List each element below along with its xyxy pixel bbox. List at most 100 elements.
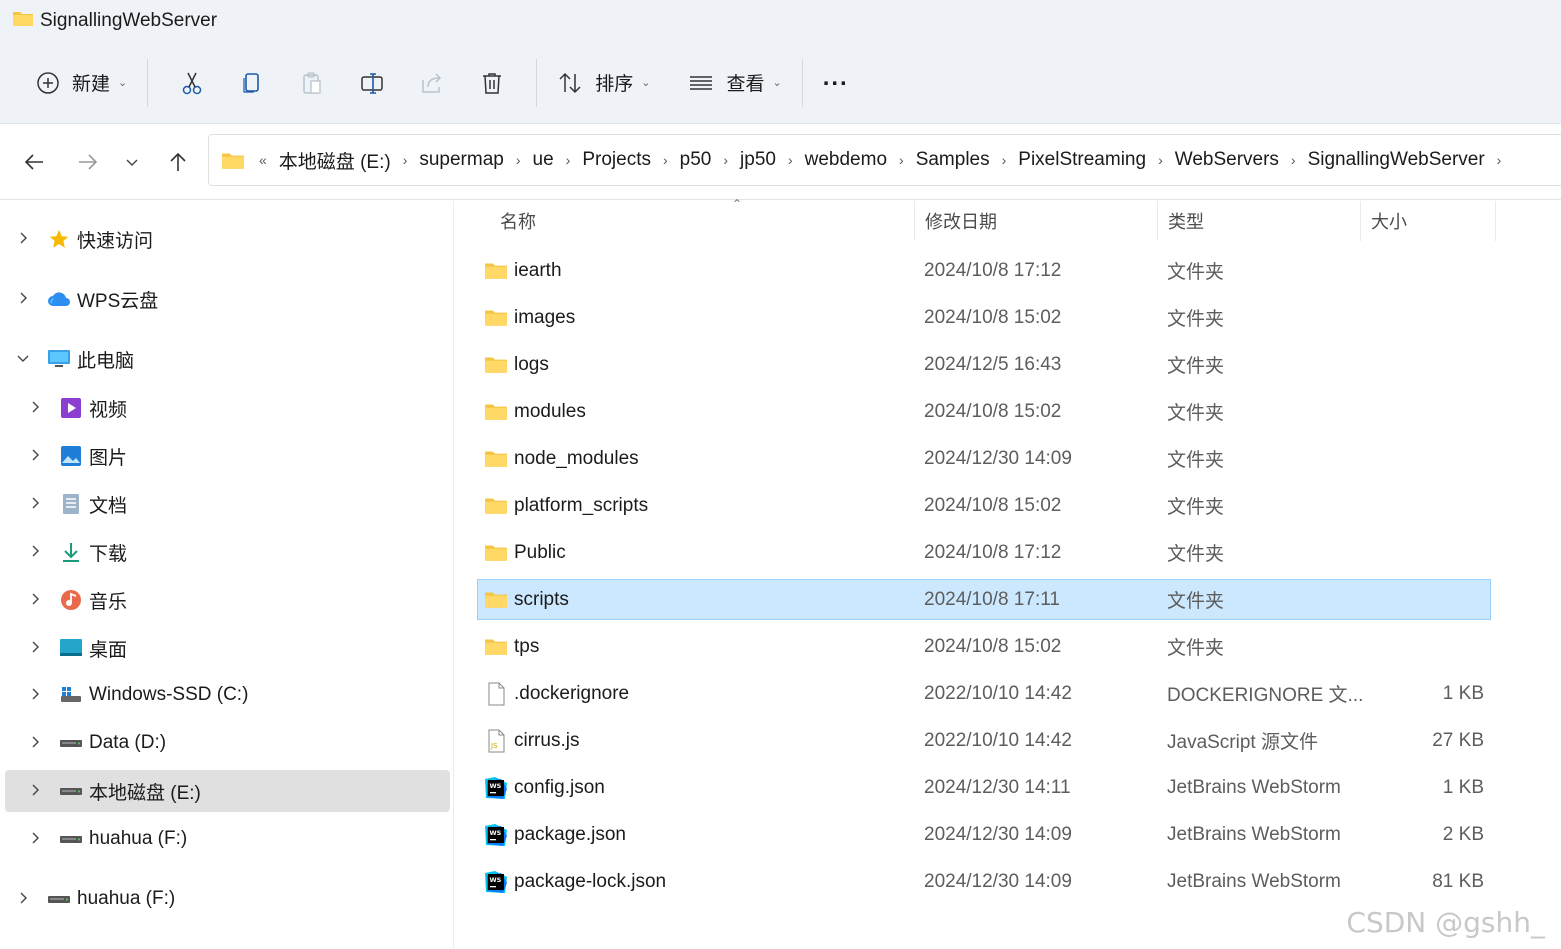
- drive-icon: [59, 731, 83, 755]
- column-header-type[interactable]: 类型: [1158, 201, 1361, 241]
- file-row[interactable]: WS package-lock.json 2024/12/30 14:09 JetBr…: [477, 861, 1491, 902]
- copy-button[interactable]: [222, 59, 282, 107]
- file-row[interactable]: modules 2024/10/8 15:02 文件夹: [477, 391, 1491, 432]
- file-date: 2024/10/8 15:02: [924, 400, 1062, 422]
- chevron-right-icon[interactable]: ›: [508, 152, 529, 168]
- share-button[interactable]: [402, 59, 462, 107]
- up-button[interactable]: [162, 146, 194, 178]
- sidebar-item[interactable]: 本地磁盘 (E:): [5, 770, 450, 812]
- breadcrumb-item[interactable]: WebServers: [1171, 149, 1283, 171]
- chevron-right-icon[interactable]: [25, 400, 45, 417]
- file-row[interactable]: JS cirrus.js 2022/10/10 14:42 JavaScript 源文…: [477, 720, 1491, 761]
- file-row[interactable]: tps 2024/10/8 15:02 文件夹: [477, 626, 1491, 667]
- chevron-right-icon[interactable]: [25, 640, 45, 657]
- file-row[interactable]: node_modules 2024/12/30 14:09 文件夹: [477, 438, 1491, 479]
- file-row[interactable]: .dockerignore 2022/10/10 14:42 DOCKERIGNOR…: [477, 673, 1491, 714]
- file-row[interactable]: images 2024/10/8 15:02 文件夹: [477, 297, 1491, 338]
- sort-button[interactable]: 排序 ⌄: [551, 59, 656, 107]
- chevron-right-icon[interactable]: [13, 891, 33, 908]
- chevron-right-icon[interactable]: ›: [1489, 152, 1510, 168]
- file-name: package-lock.json: [514, 870, 667, 892]
- forward-button[interactable]: [72, 146, 104, 178]
- chevron-right-icon[interactable]: [25, 831, 45, 848]
- overflow-crumbs-button[interactable]: «: [251, 152, 275, 168]
- file-row[interactable]: WS config.json 2024/12/30 14:11 JetBrains W…: [477, 767, 1491, 808]
- breadcrumb-item[interactable]: p50: [676, 149, 716, 171]
- sidebar-item[interactable]: 此电脑: [5, 338, 450, 380]
- chevron-down-icon[interactable]: [13, 351, 33, 368]
- chevron-right-icon[interactable]: ›: [780, 152, 801, 168]
- sidebar-item[interactable]: 图片: [5, 435, 450, 477]
- file-name: Public: [514, 541, 566, 563]
- webstorm-icon: WS: [484, 823, 508, 847]
- file-row[interactable]: logs 2024/12/5 16:43 文件夹: [477, 344, 1491, 385]
- chevron-right-icon[interactable]: ›: [558, 152, 579, 168]
- breadcrumb-item[interactable]: 本地磁盘 (E:): [275, 147, 395, 174]
- sidebar-item[interactable]: 音乐: [5, 579, 450, 621]
- sidebar-item[interactable]: WPS云盘: [5, 278, 450, 320]
- sidebar-item[interactable]: 视频: [5, 387, 450, 429]
- chevron-right-icon[interactable]: ›: [891, 152, 912, 168]
- sidebar-item[interactable]: huahua (F:): [5, 878, 450, 920]
- address-bar[interactable]: « 本地磁盘 (E:) › supermap › ue › Projects › p50 › jp5…: [208, 134, 1561, 186]
- sidebar-item[interactable]: Data (D:): [5, 722, 450, 764]
- new-button[interactable]: 新建 ⌄: [30, 59, 133, 107]
- chevron-right-icon[interactable]: ›: [1283, 152, 1304, 168]
- recent-locations-button[interactable]: [116, 146, 148, 178]
- chevron-right-icon[interactable]: [25, 496, 45, 513]
- chevron-right-icon[interactable]: [25, 592, 45, 609]
- sidebar-item[interactable]: 桌面: [5, 627, 450, 669]
- file-row[interactable]: Public 2024/10/8 17:12 文件夹: [477, 532, 1491, 573]
- cut-button[interactable]: [162, 59, 222, 107]
- chevron-right-icon[interactable]: ›: [994, 152, 1015, 168]
- chevron-right-icon[interactable]: [25, 687, 45, 704]
- chevron-right-icon[interactable]: [25, 544, 45, 561]
- sidebar-item[interactable]: 快速访问: [5, 218, 450, 260]
- delete-button[interactable]: [462, 59, 522, 107]
- sidebar-item[interactable]: Windows-SSD (C:): [5, 674, 450, 716]
- breadcrumb-item[interactable]: jp50: [736, 149, 780, 171]
- chevron-right-icon[interactable]: [25, 783, 45, 800]
- sidebar-item[interactable]: 文档: [5, 483, 450, 525]
- toolbar-divider: [147, 58, 149, 107]
- chevron-right-icon[interactable]: [25, 448, 45, 465]
- breadcrumb-item[interactable]: Projects: [578, 149, 655, 171]
- column-header-size[interactable]: 大小: [1361, 201, 1496, 241]
- column-header-name[interactable]: 名称 ⌃: [490, 197, 915, 241]
- file-type: 文件夹: [1167, 497, 1225, 518]
- monitor-icon: [47, 347, 71, 371]
- chevron-right-icon[interactable]: [13, 231, 33, 248]
- file-name: cirrus.js: [514, 729, 580, 751]
- paste-button[interactable]: [282, 59, 342, 107]
- breadcrumb-item[interactable]: supermap: [415, 149, 508, 171]
- chevron-right-icon[interactable]: ›: [395, 152, 416, 168]
- file-row[interactable]: scripts 2024/10/8 17:11 文件夹: [477, 579, 1491, 620]
- rename-button[interactable]: [342, 59, 402, 107]
- breadcrumb-item[interactable]: webdemo: [801, 149, 891, 171]
- file-row[interactable]: platform_scripts 2024/10/8 15:02 文件夹: [477, 485, 1491, 526]
- breadcrumb-item[interactable]: SignallingWebServer: [1304, 149, 1489, 171]
- back-button[interactable]: [18, 146, 50, 178]
- chevron-right-icon[interactable]: [13, 291, 33, 308]
- file-row[interactable]: iearth 2024/10/8 17:12 文件夹: [477, 250, 1491, 291]
- file-size: 27 KB: [1432, 729, 1484, 751]
- chevron-right-icon[interactable]: [25, 735, 45, 752]
- sidebar-item[interactable]: 下载: [5, 531, 450, 573]
- chevron-right-icon[interactable]: ›: [1150, 152, 1171, 168]
- view-button[interactable]: 查看 ⌄: [682, 59, 787, 107]
- column-header-date[interactable]: 修改日期: [915, 201, 1158, 241]
- breadcrumb-item[interactable]: PixelStreaming: [1014, 149, 1150, 171]
- sidebar-item[interactable]: huahua (F:): [5, 818, 450, 860]
- toolbar-divider: [536, 58, 538, 107]
- breadcrumb-item[interactable]: ue: [529, 149, 558, 171]
- file-name: iearth: [514, 259, 562, 281]
- more-options-button[interactable]: ...: [817, 59, 855, 107]
- picture-icon: [59, 444, 83, 468]
- chevron-right-icon[interactable]: ›: [655, 152, 676, 168]
- drive-icon: [59, 779, 83, 803]
- chevron-right-icon[interactable]: ›: [715, 152, 736, 168]
- sort-label: 排序: [595, 74, 634, 95]
- breadcrumb-item[interactable]: Samples: [912, 149, 994, 171]
- file-row[interactable]: WS package.json 2024/12/30 14:09 JetBrains …: [477, 814, 1491, 855]
- file-size: 1 KB: [1442, 776, 1484, 798]
